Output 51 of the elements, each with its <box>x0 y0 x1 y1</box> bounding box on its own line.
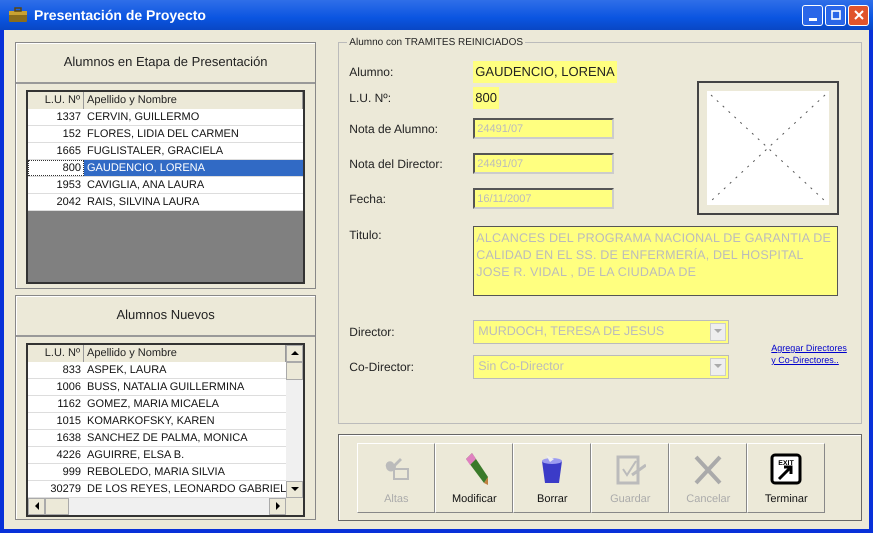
scrollbar[interactable] <box>286 344 304 498</box>
add-directors-link[interactable]: Agregar Directores y Co-Directores.. <box>771 342 852 366</box>
close-icon <box>852 9 864 21</box>
table-row[interactable]: 4226 AGUIRRE, ELSA B. <box>28 446 286 464</box>
scroll-right-icon <box>274 502 281 510</box>
maximize-icon <box>830 9 842 21</box>
field-label: Fecha: <box>349 190 387 208</box>
field-label: Director: <box>349 324 396 340</box>
scrollbar[interactable] <box>28 498 304 514</box>
table-row[interactable]: 152 FLORES, LIDIA DEL CARMEN <box>28 126 304 142</box>
field-label: Co-Director: <box>349 358 415 376</box>
table-row[interactable]: 30279 DE LOS REYES, LEONARDO GABRIEL <box>28 480 286 498</box>
scroll-thumb[interactable] <box>45 498 69 514</box>
scrollbar-corner <box>286 498 304 514</box>
empty-photo-icon <box>707 91 830 205</box>
minimize-icon <box>808 18 816 20</box>
panel-title: Alumnos Nuevos <box>16 296 316 336</box>
table-row[interactable]: 2042 RAIS, SILVINA LAURA <box>28 194 304 210</box>
table-row[interactable]: 1953 CAVIGLIA, ANA LAURA <box>28 176 304 194</box>
field-label: L.U. Nº: <box>349 90 392 107</box>
scroll-down-icon <box>290 486 299 492</box>
table-row[interactable]: 1162 GOMEZ, MARIA MICAELA <box>28 396 286 412</box>
close-button[interactable] <box>848 4 869 26</box>
table-row[interactable]: 999 REBOLEDO, MARIA SILVIA <box>28 464 286 480</box>
maximize-button[interactable] <box>825 4 846 26</box>
window-title: Presentación de Proyecto <box>34 6 207 25</box>
field-label: Nota del Director: <box>349 156 444 172</box>
field-value: GAUDENCIO, LORENA <box>473 61 617 83</box>
minimize-button[interactable] <box>802 4 823 26</box>
table-row[interactable]: 800 GAUDENCIO, LORENA <box>28 160 304 176</box>
table-row[interactable]: 833 ASPEK, LAURA <box>28 362 286 378</box>
table-row[interactable]: 1638 SANCHEZ DE PALMA, MONICA <box>28 430 286 446</box>
dropdown-arrow-icon <box>714 364 722 369</box>
toolbar-button[interactable]: Borrar <box>513 442 592 512</box>
field-value: 800 <box>473 87 499 109</box>
field-label: Nota de Alumno: <box>349 120 440 138</box>
table-row[interactable]: 1665 FUGLISTALER, GRACIELA <box>28 142 304 160</box>
checklist-icon <box>614 453 646 485</box>
toolbar-button[interactable]: Modificar <box>435 442 514 512</box>
field-label: Titulo: <box>349 227 383 244</box>
dropdown-arrow-icon <box>714 329 722 334</box>
table-row[interactable]: 1015 KOMARKOFSKY, KAREN <box>28 412 286 430</box>
field-label: Alumno: <box>349 64 394 81</box>
cancel-icon <box>692 453 724 485</box>
briefcase-icon <box>8 7 28 23</box>
table-row[interactable]: 1006 BUSS, NATALIA GUILLERMINA <box>28 378 286 396</box>
scroll-thumb[interactable] <box>286 362 304 380</box>
panel-title: Alumnos en Etapa de Presentación <box>16 43 316 84</box>
table-row[interactable]: 1337 CERVIN, GUILLERMO <box>28 108 304 126</box>
scroll-up-icon <box>290 350 299 356</box>
scroll-left-icon <box>34 502 40 510</box>
